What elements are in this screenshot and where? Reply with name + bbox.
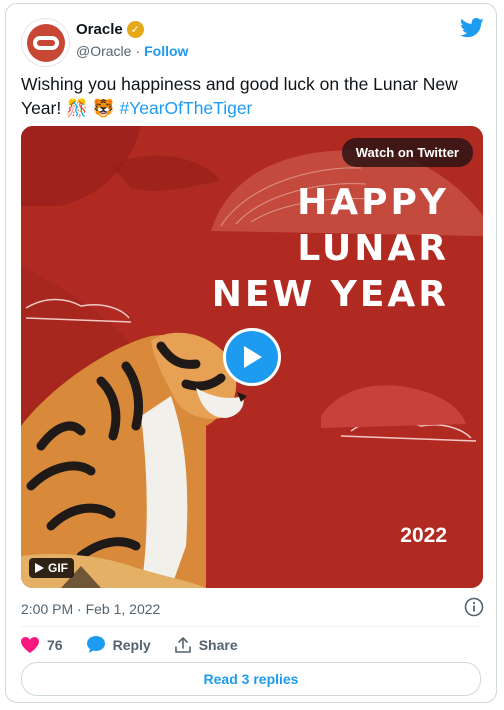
share-icon bbox=[174, 636, 191, 653]
headline-line: NEW YEAR bbox=[211, 274, 449, 315]
reply-label: Reply bbox=[112, 636, 151, 653]
headline-line: LUNAR bbox=[297, 228, 449, 269]
play-small-icon bbox=[35, 563, 44, 573]
share-button[interactable]: Share bbox=[174, 636, 238, 653]
twitter-bird-icon[interactable] bbox=[460, 18, 484, 38]
heart-icon bbox=[21, 636, 39, 653]
headline: HAPPY LUNAR NEW YEAR bbox=[212, 180, 449, 318]
avatar[interactable] bbox=[21, 18, 70, 67]
share-label: Share bbox=[198, 636, 238, 653]
read-replies-button[interactable]: Read 3 replies bbox=[21, 662, 481, 696]
author-name-row: Oracle ✓ bbox=[76, 21, 144, 38]
gif-media[interactable]: Watch on Twitter HAPPY LUNAR NEW YEAR 20… bbox=[21, 126, 483, 588]
separator: · bbox=[135, 43, 141, 59]
like-button[interactable]: 76 bbox=[21, 636, 63, 653]
gif-label: GIF bbox=[48, 561, 68, 575]
divider bbox=[21, 626, 481, 627]
tweet-card: Oracle ✓ @Oracle · Follow Wishing you ha… bbox=[5, 3, 497, 703]
oracle-logo-icon bbox=[26, 23, 65, 62]
verified-badge-icon: ✓ bbox=[126, 21, 144, 38]
year-label: 2022 bbox=[400, 524, 447, 547]
play-icon bbox=[244, 346, 262, 368]
hashtag-link[interactable]: #YearOfTheTiger bbox=[119, 98, 252, 118]
timestamp[interactable]: 2:00 PM · Feb 1, 2022 bbox=[21, 601, 160, 617]
gif-badge: GIF bbox=[29, 558, 74, 578]
display-name[interactable]: Oracle bbox=[76, 21, 123, 38]
watch-on-twitter-button[interactable]: Watch on Twitter bbox=[341, 138, 473, 167]
play-button[interactable] bbox=[223, 328, 281, 386]
info-icon[interactable] bbox=[464, 597, 484, 617]
like-count: 76 bbox=[47, 636, 63, 653]
follow-button[interactable]: Follow bbox=[144, 43, 188, 59]
handle-row: @Oracle · Follow bbox=[76, 43, 188, 59]
handle[interactable]: @Oracle bbox=[76, 43, 131, 59]
tweet-text: Wishing you happiness and good luck on t… bbox=[21, 72, 483, 120]
reply-button[interactable]: Reply bbox=[86, 636, 151, 653]
headline-line: HAPPY bbox=[297, 182, 449, 223]
tweet-emojis: 🎊 🐯 bbox=[66, 98, 115, 118]
action-bar: 76 Reply Share bbox=[21, 636, 238, 653]
reply-bubble-icon bbox=[86, 636, 105, 653]
